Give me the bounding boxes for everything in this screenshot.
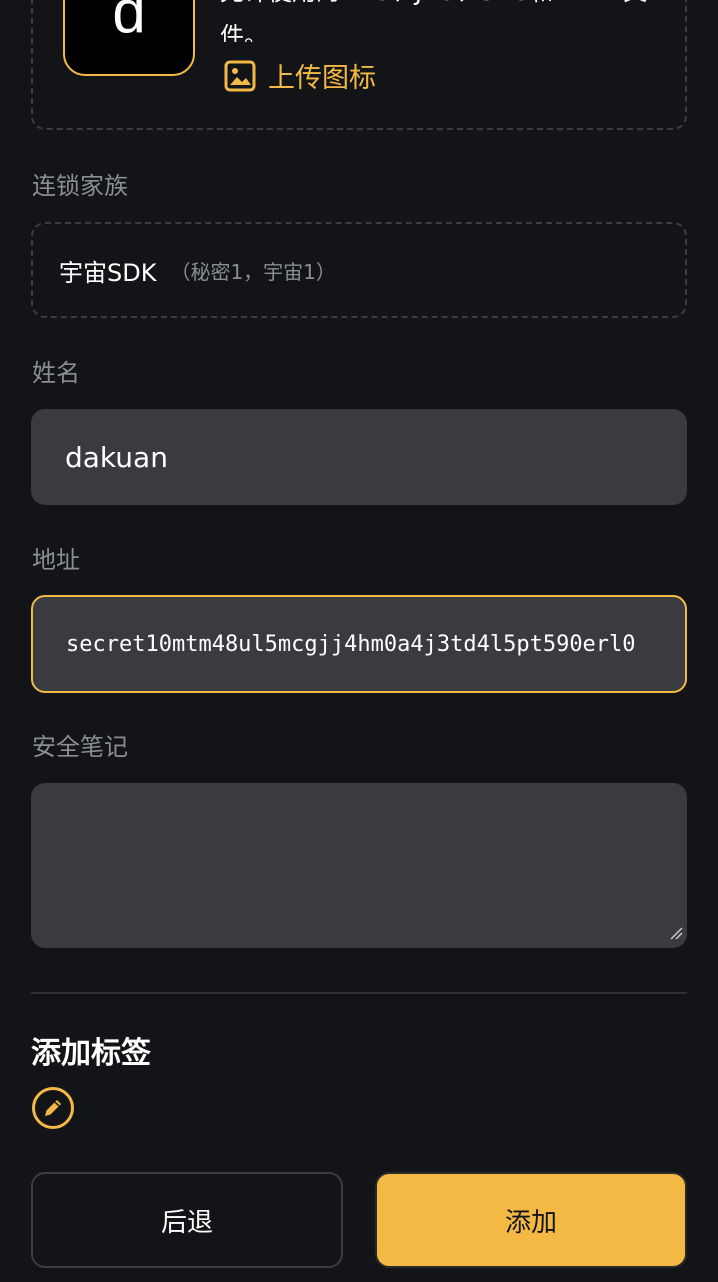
name-input[interactable]: dakuan — [31, 409, 687, 505]
upload-icon-button[interactable]: 上传图标 — [224, 56, 376, 95]
address-label: 地址 — [32, 546, 80, 574]
notes-textarea[interactable] — [31, 783, 687, 948]
name-label: 姓名 — [32, 359, 80, 387]
section-divider — [31, 992, 687, 994]
pencil-icon — [31, 1087, 75, 1134]
chain-family-sub: （秘密1，宇宙1） — [170, 259, 336, 284]
chain-family-select[interactable]: 宇宙SDK （秘密1，宇宙1） — [31, 222, 687, 318]
add-tags-title: 添加标签 — [31, 1036, 151, 1071]
resize-grip-icon[interactable] — [669, 925, 683, 944]
add-contact-page: d 允许使用的PNG、JPG、SVG和WEBP文件。 上传图标 连锁家族 宇宙S… — [0, 0, 718, 1282]
chain-family-value: 宇宙SDK — [59, 258, 157, 287]
add-button[interactable]: 添加 — [375, 1172, 687, 1268]
address-input-value: secret10mtm48ul5mcgjj4hm0a4j3td4l5pt590e… — [66, 631, 636, 657]
back-button[interactable]: 后退 — [31, 1172, 343, 1268]
image-icon — [224, 60, 256, 92]
edit-tags-button[interactable] — [31, 1086, 75, 1130]
icon-upload-hint: 允许使用的PNG、JPG、SVG和WEBP文件。 — [220, 0, 647, 42]
avatar-letter: d — [112, 0, 146, 45]
chain-family-label: 连锁家族 — [32, 172, 128, 200]
address-input[interactable]: secret10mtm48ul5mcgjj4hm0a4j3td4l5pt590e… — [31, 595, 687, 693]
contact-avatar: d — [63, 0, 195, 76]
name-input-value: dakuan — [65, 440, 168, 474]
notes-label: 安全笔记 — [32, 733, 128, 761]
upload-icon-label: 上传图标 — [268, 63, 376, 94]
